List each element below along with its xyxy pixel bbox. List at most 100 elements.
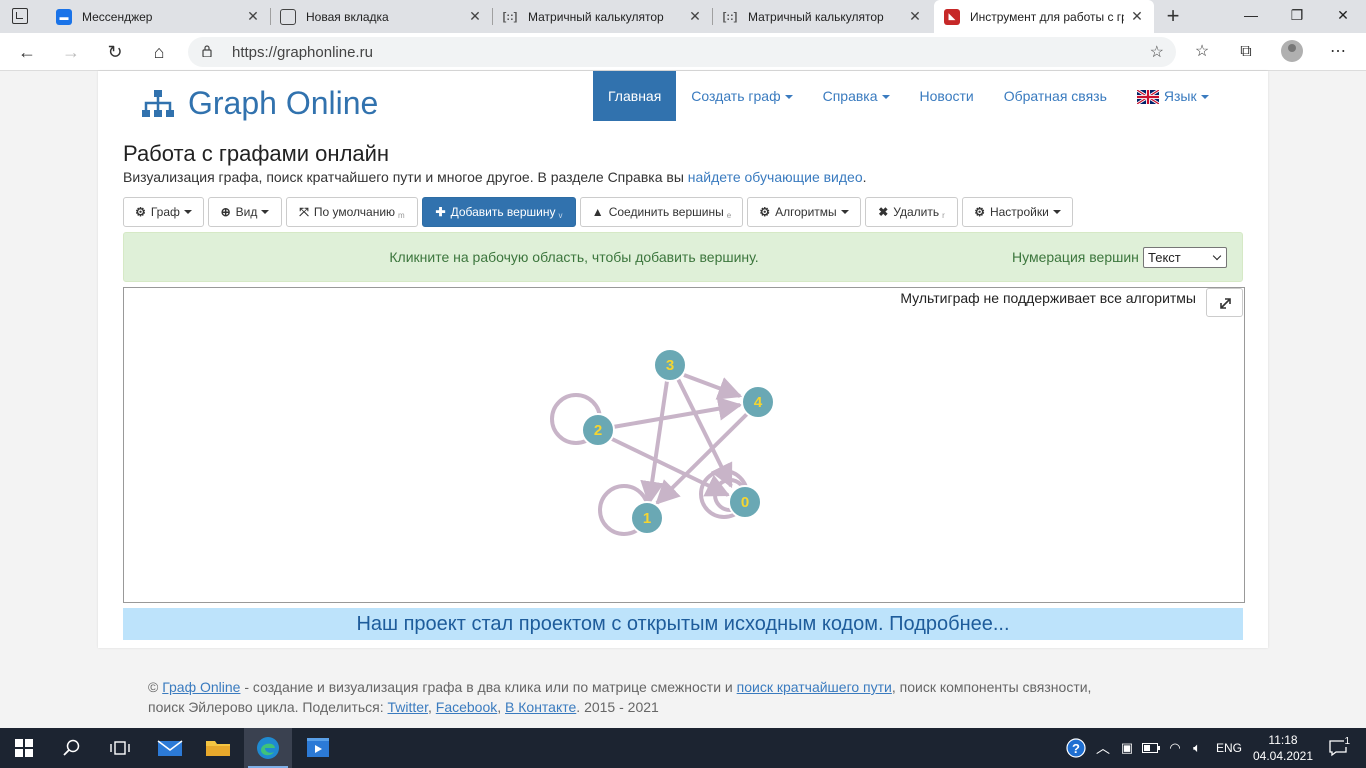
tab-newtab[interactable]: Новая вкладка ✕: [270, 0, 492, 33]
caret-down-icon: [881, 95, 890, 100]
vertex-0[interactable]: 0: [728, 485, 762, 519]
matrix-icon: [::]: [502, 10, 518, 23]
vertex-1[interactable]: 1: [630, 501, 664, 535]
fullscreen-arrows-icon: ⤧: [299, 204, 309, 219]
nav-feedback[interactable]: Обратная связь: [989, 71, 1122, 121]
tab-title: Матричный калькулятор: [528, 9, 664, 24]
edge-3-1[interactable]: [640, 380, 669, 506]
volume-icon[interactable]: 🔈︎: [1186, 728, 1208, 768]
lock-icon: [202, 45, 212, 57]
facebook-link[interactable]: Facebook: [436, 699, 497, 715]
graph-drawing: 3 4 2 0 1: [550, 348, 775, 536]
language-indicator[interactable]: ENG: [1210, 728, 1248, 768]
hint-message: Кликните на рабочую область, чтобы добав…: [389, 249, 759, 265]
new-tab-button[interactable]: +: [1160, 4, 1186, 30]
brand-name: Graph Online: [188, 85, 379, 121]
edge-2-4[interactable]: [612, 396, 743, 429]
gear-icon: ⚙: [974, 205, 985, 219]
edge-app-button[interactable]: [244, 728, 292, 768]
close-window-icon[interactable]: ✕: [1320, 0, 1366, 33]
nav-help[interactable]: Справка: [808, 71, 905, 121]
notification-center-button[interactable]: 1: [1320, 728, 1356, 768]
wifi-icon[interactable]: ◠: [1164, 728, 1186, 768]
minimize-icon[interactable]: —: [1228, 0, 1274, 33]
edge-3-4[interactable]: [683, 373, 743, 400]
nav-home[interactable]: Главная: [593, 71, 677, 121]
nav-news[interactable]: Новости: [905, 71, 989, 121]
delete-button[interactable]: ✖ Удалить r: [865, 197, 958, 227]
newtab-icon: [280, 8, 296, 25]
address-bar[interactable]: https://graphonline.ru ☆: [188, 37, 1176, 67]
twitter-link[interactable]: Twitter: [388, 699, 428, 715]
edge-browser-icon: [257, 737, 279, 759]
vertex-3[interactable]: 3: [653, 348, 687, 382]
tab-title: Новая вкладка: [306, 9, 389, 24]
task-view-icon: [110, 741, 130, 755]
start-button[interactable]: [0, 728, 48, 768]
favorites-icon[interactable]: ☆: [1190, 41, 1214, 63]
view-menu-button[interactable]: ⊕ Вид: [208, 197, 282, 227]
vk-link[interactable]: В Контакте: [505, 699, 576, 715]
tab-messenger[interactable]: ▬ Мессенджер ✕: [46, 0, 270, 33]
algorithms-menu-button[interactable]: ⚙ Алгоритмы: [747, 197, 861, 227]
clock-date: 04.04.2021: [1252, 749, 1314, 763]
browser-toolbar: ← → ↻ ⌂ https://graphonline.ru ☆ ☆ ⧉ ⋯: [0, 33, 1366, 71]
chevron-up-icon[interactable]: ︿: [1092, 728, 1114, 768]
close-tab-icon[interactable]: ✕: [688, 8, 702, 25]
forward-icon[interactable]: →: [56, 38, 86, 66]
meet-now-icon[interactable]: ▣: [1116, 728, 1138, 768]
numbering-select[interactable]: Текст: [1143, 247, 1227, 268]
open-source-banner[interactable]: Наш проект стал проектом с открытым исхо…: [123, 608, 1243, 640]
connect-vertices-button[interactable]: ▲ Соединить вершины e: [580, 197, 743, 227]
settings-menu-button[interactable]: ⚙ Настройки: [962, 197, 1073, 227]
more-menu-icon[interactable]: ⋯: [1326, 41, 1350, 63]
help-icon[interactable]: ?: [1062, 728, 1090, 768]
tab-matrix-1[interactable]: [::] Матричный калькулятор ✕: [492, 0, 712, 33]
task-view-button[interactable]: [96, 728, 144, 768]
clock[interactable]: 11:18 04.04.2021: [1248, 728, 1318, 768]
tab-actions-icon[interactable]: [12, 8, 28, 24]
svg-text:0: 0: [741, 494, 749, 511]
close-tab-icon[interactable]: ✕: [1130, 8, 1144, 25]
svg-text:1: 1: [643, 510, 651, 527]
hint-alert: Кликните на рабочую область, чтобы добав…: [123, 232, 1243, 282]
tutorial-videos-link[interactable]: найдете обучающие видео: [688, 169, 863, 185]
back-icon[interactable]: ←: [12, 38, 42, 66]
site-link[interactable]: Граф Online: [162, 679, 240, 695]
default-mode-button[interactable]: ⤧ По умолчанию m: [286, 197, 418, 227]
search-icon: [63, 739, 80, 756]
main-container: Graph Online Главная Создать граф Справк…: [98, 71, 1268, 648]
refresh-icon[interactable]: ↻: [100, 38, 130, 66]
plus-icon: ✚: [435, 205, 446, 219]
graph-menu-button[interactable]: ⚙ Граф: [123, 197, 204, 227]
close-tab-icon[interactable]: ✕: [246, 8, 260, 25]
vertex-2[interactable]: 2: [581, 413, 615, 447]
add-vertex-button[interactable]: ✚ Добавить вершину v: [422, 197, 576, 227]
graph-canvas[interactable]: Мультиграф не поддерживает все алгоритмы: [123, 287, 1245, 603]
collections-icon[interactable]: ⧉: [1234, 41, 1258, 63]
close-tab-icon[interactable]: ✕: [908, 8, 922, 25]
add-favorite-icon[interactable]: ☆: [1150, 42, 1164, 62]
notification-count: 1: [1344, 736, 1350, 747]
vertex-4[interactable]: 4: [741, 385, 775, 419]
mail-app-button[interactable]: [146, 728, 194, 768]
tab-matrix-2[interactable]: [::] Матричный калькулятор ✕: [712, 0, 932, 33]
main-nav: Главная Создать граф Справка Новости Обр…: [593, 71, 1224, 121]
close-tab-icon[interactable]: ✕: [468, 8, 482, 25]
battery-icon[interactable]: [1140, 728, 1162, 768]
nav-create-graph[interactable]: Создать граф: [676, 71, 807, 121]
road-icon: ▲: [591, 205, 604, 219]
nav-language[interactable]: Язык: [1122, 71, 1224, 121]
restore-icon[interactable]: ❐: [1274, 0, 1320, 33]
media-app-button[interactable]: [294, 728, 342, 768]
profile-avatar[interactable]: [1281, 40, 1303, 62]
search-button[interactable]: [48, 728, 96, 768]
tab-title: Мессенджер: [82, 9, 153, 24]
svg-text:3: 3: [666, 357, 674, 374]
shortest-path-link[interactable]: поиск кратчайшего пути: [737, 679, 892, 695]
file-explorer-button[interactable]: [194, 728, 242, 768]
brand[interactable]: Graph Online: [142, 85, 378, 122]
tab-graphonline[interactable]: ◣ Инструмент для работы с гр ✕: [934, 0, 1154, 33]
page-footer: © Граф Online - создание и визуализация …: [148, 679, 1092, 715]
home-icon[interactable]: ⌂: [144, 38, 174, 66]
